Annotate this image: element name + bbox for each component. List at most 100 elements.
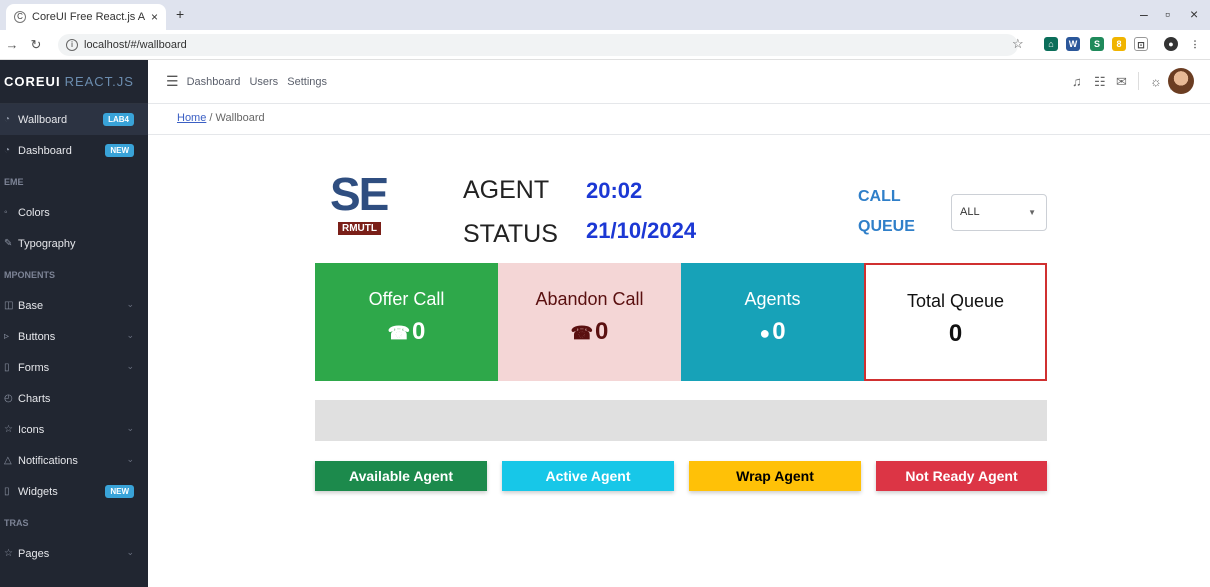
extension-s-icon[interactable]: S — [1090, 37, 1104, 51]
header-nav-settings[interactable]: Settings — [287, 76, 327, 88]
header-divider — [1138, 72, 1139, 90]
address-bar: → ↻ i localhost/#/wallboard — [0, 30, 1210, 60]
abandon-call-card: Abandon Call ☎0 — [498, 263, 681, 381]
puzzle-icon: ◫ — [4, 300, 14, 311]
sidebar-section-theme: EME — [4, 176, 24, 187]
hamburger-menu-icon[interactable]: ☰ — [166, 73, 179, 90]
agents-value: 0 — [772, 318, 786, 345]
brand-coreui: COREUI — [4, 74, 61, 89]
sidebar-item-widgets[interactable]: ▯ Widgets NEW — [0, 476, 148, 507]
abandon-call-value: 0 — [595, 318, 609, 345]
speedometer-icon: ◔ — [4, 145, 11, 156]
url-text: localhost/#/wallboard — [84, 39, 187, 51]
card-title: Abandon Call — [535, 289, 644, 309]
breadcrumb-current: Wallboard — [215, 112, 265, 124]
card-title: Total Queue — [906, 291, 1005, 311]
card-title: Offer Call — [368, 289, 445, 309]
tab-close-icon[interactable]: × — [151, 10, 158, 24]
sun-icon[interactable]: ☼ — [1150, 74, 1162, 89]
sidebar-item-dashboard[interactable]: ◔ Dashboard NEW — [0, 135, 148, 166]
current-date: 21/10/2024 — [586, 218, 697, 243]
legend-available-agent: Available Agent — [315, 461, 487, 491]
extension-yellow-icon[interactable]: 8 — [1112, 37, 1126, 51]
envelope-icon[interactable]: ✉ — [1116, 74, 1127, 90]
queue-select[interactable]: ALL ▼ — [951, 194, 1047, 231]
avatar[interactable] — [1168, 68, 1194, 94]
header-nav: Dashboard Users Settings — [187, 76, 333, 88]
sidebar-item-colors[interactable]: ◦ Colors — [0, 197, 148, 228]
queue-label: QUEUE — [858, 218, 915, 235]
chevron-down-icon: ⌄ — [126, 299, 134, 309]
notes-icon: ▯ — [4, 362, 10, 373]
star-icon: ☆ — [4, 424, 13, 435]
new-badge: NEW — [105, 144, 134, 157]
call-label: CALL — [858, 188, 901, 205]
new-tab-button[interactable]: + — [176, 6, 184, 22]
brand-reactjs: REACT.JS — [64, 74, 134, 89]
sidebar-item-typography[interactable]: ✎ Typography — [0, 228, 148, 259]
window-close-icon[interactable]: × — [1190, 6, 1198, 22]
offer-call-value: 0 — [412, 318, 426, 345]
chevron-down-icon: ⌄ — [126, 454, 134, 464]
legend-active-agent: Active Agent — [502, 461, 674, 491]
total-queue-value: 0 — [948, 320, 963, 347]
sidebar-item-label: Typography — [18, 237, 76, 250]
sidebar: COREUI REACT.JS ◔ Wallboard LAB4 ◔ Dashb… — [0, 60, 148, 587]
breadcrumb-home-link[interactable]: Home — [177, 112, 206, 124]
profile-icon[interactable]: ● — [1164, 37, 1178, 51]
extension-home-icon[interactable]: ⌂ — [1044, 37, 1058, 51]
reload-icon[interactable]: ↻ — [24, 37, 48, 53]
header-nav-users[interactable]: Users — [249, 76, 278, 88]
bookmark-star-icon[interactable]: ☆ — [1012, 36, 1024, 52]
sidebar-item-forms[interactable]: ▯ Forms ⌄ — [0, 352, 148, 383]
sidebar-item-buttons[interactable]: ▹ Buttons ⌄ — [0, 321, 148, 352]
extensions-puzzle-icon[interactable]: ⊡ — [1134, 37, 1148, 51]
sidebar-item-pages[interactable]: ☆ Pages ⌄ — [0, 538, 148, 569]
app-header: ☰ Dashboard Users Settings ♫ ☷ ✉ ☼ — [148, 60, 1210, 104]
header-nav-dashboard[interactable]: Dashboard — [187, 76, 241, 88]
sidebar-item-notifications[interactable]: △ Notifications ⌄ — [0, 445, 148, 476]
card-value-row: ☎0 — [498, 318, 681, 346]
queue-select-value: ALL — [960, 206, 980, 218]
lab4-badge: LAB4 — [103, 113, 134, 126]
browser-menu-icon[interactable]: ⋮ — [1188, 37, 1202, 51]
breadcrumb: Home / Wallboard — [148, 104, 1210, 135]
drop-icon: ◦ — [4, 207, 8, 218]
browser-tab[interactable]: C CoreUI Free React.js Admin Tem × — [6, 4, 166, 30]
breadcrumb-separator: / — [209, 112, 213, 124]
list-icon[interactable]: ☷ — [1094, 74, 1106, 90]
coreui-favicon-icon: C — [14, 11, 26, 23]
card-value-row: ●0 — [681, 318, 864, 346]
site-info-icon[interactable]: i — [66, 39, 78, 51]
restore-icon[interactable]: ▫ — [1165, 6, 1170, 22]
url-input[interactable]: i localhost/#/wallboard — [58, 34, 1018, 56]
phone-incoming-icon: ☎ — [387, 323, 411, 343]
agents-card: Agents ●0 — [681, 263, 864, 381]
bell-icon[interactable]: ♫ — [1072, 74, 1082, 89]
sidebar-item-label: Charts — [18, 392, 51, 405]
extension-word-icon[interactable]: W — [1066, 37, 1080, 51]
sidebar-brand[interactable]: COREUI REACT.JS — [0, 60, 148, 104]
agent-status-bar — [315, 400, 1047, 441]
legend-wrap-agent: Wrap Agent — [689, 461, 861, 491]
sidebar-item-icons[interactable]: ☆ Icons ⌄ — [0, 414, 148, 445]
forward-icon[interactable]: → — [0, 37, 24, 52]
sidebar-item-label: Colors — [18, 206, 50, 219]
logo-rmutl: RMUTL — [338, 222, 381, 235]
chart-pie-icon: ◴ — [4, 393, 13, 404]
phone-missed-icon: ☎ — [570, 323, 594, 343]
sidebar-section-extras: TRAS — [4, 517, 29, 528]
bell-icon: △ — [4, 455, 12, 466]
status-label: STATUS — [463, 220, 558, 248]
tab-title: CoreUI Free React.js Admin Tem — [32, 11, 145, 23]
star-icon: ☆ — [4, 548, 13, 559]
user-voice-icon: ● — [759, 323, 771, 343]
sidebar-item-wallboard[interactable]: ◔ Wallboard LAB4 — [0, 104, 148, 135]
card-title: Agents — [744, 289, 801, 309]
chevron-down-icon: ⌄ — [126, 330, 134, 340]
legend-not-ready-agent: Not Ready Agent — [876, 461, 1047, 491]
sidebar-item-charts[interactable]: ◴ Charts — [0, 383, 148, 414]
card-value-row: ☎0 — [315, 318, 498, 346]
minimize-icon[interactable]: – — [1140, 6, 1148, 22]
sidebar-item-base[interactable]: ◫ Base ⌄ — [0, 290, 148, 321]
